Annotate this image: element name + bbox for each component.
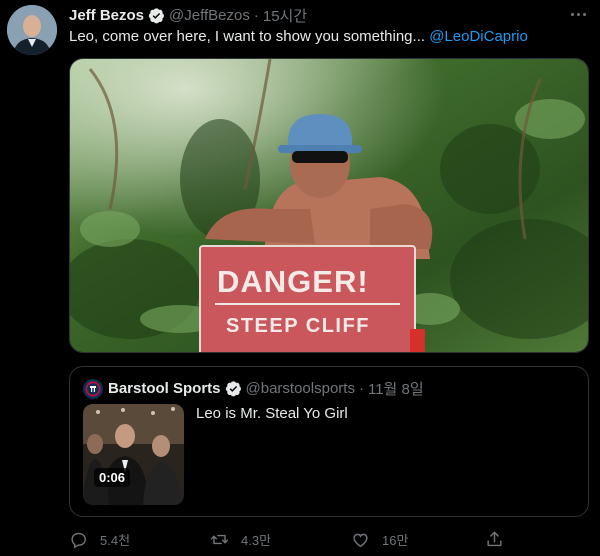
reply-count: 5.4천 (100, 532, 131, 548)
author-handle[interactable]: @JeffBezos (169, 7, 250, 24)
verified-badge-icon (148, 7, 164, 23)
retweet-button[interactable]: 4.3만 (210, 525, 271, 553)
tweet-action-bar: 5.4천 4.3만 16만 (69, 525, 589, 553)
heart-icon (353, 533, 368, 547)
quoted-tweet-header: Barstool Sports @barstoolsports · 11월 8일 (83, 378, 424, 399)
mention-link[interactable]: @LeoDiCaprio (429, 28, 528, 45)
quoted-timestamp[interactable]: 11월 8일 (368, 378, 424, 399)
video-frame-image (83, 404, 184, 505)
quoted-tweet-text: Leo is Mr. Steal Yo Girl (196, 405, 348, 422)
video-duration-badge: 0:06 (94, 468, 131, 487)
quoted-author-avatar[interactable] (83, 378, 103, 399)
tweet-timestamp[interactable]: 15시간 (263, 5, 307, 26)
verified-badge-icon (225, 381, 241, 397)
tweet-text-body: Leo, come over here, I want to show you … (69, 28, 430, 45)
quoted-video-thumbnail[interactable]: 0:06 (83, 404, 184, 505)
tweet-text: Leo, come over here, I want to show you … (69, 27, 528, 47)
like-button[interactable]: 16만 (351, 525, 408, 553)
reply-button[interactable]: 5.4천 (69, 525, 130, 553)
quoted-author-handle[interactable]: @barstoolsports (246, 380, 355, 397)
separator-dot: · (253, 6, 259, 24)
author-avatar[interactable] (7, 5, 57, 55)
share-icon (487, 531, 502, 546)
retweet-icon (210, 534, 229, 544)
barstool-logo-icon (85, 381, 101, 396)
author-name[interactable]: Jeff Bezos (69, 7, 144, 24)
more-options-icon[interactable] (566, 4, 590, 24)
reply-icon (71, 532, 86, 548)
quoted-tweet[interactable]: Barstool Sports @barstoolsports · 11월 8일… (69, 366, 589, 517)
separator-dot: · (358, 380, 364, 397)
share-button[interactable] (485, 525, 516, 553)
tweet-photo[interactable]: DANGER! STEEP CLIFF (69, 58, 589, 353)
like-count: 16만 (382, 532, 409, 548)
quoted-author-name[interactable]: Barstool Sports (108, 380, 221, 397)
avatar-portrait (7, 5, 57, 55)
sign-danger-text: DANGER! (217, 264, 369, 299)
sign-cliff-text: STEEP CLIFF (226, 315, 370, 337)
retweet-count: 4.3만 (241, 532, 272, 548)
photo-image: DANGER! STEEP CLIFF (70, 59, 588, 352)
tweet-header: Jeff Bezos @JeffBezos · 15시간 (69, 5, 307, 25)
